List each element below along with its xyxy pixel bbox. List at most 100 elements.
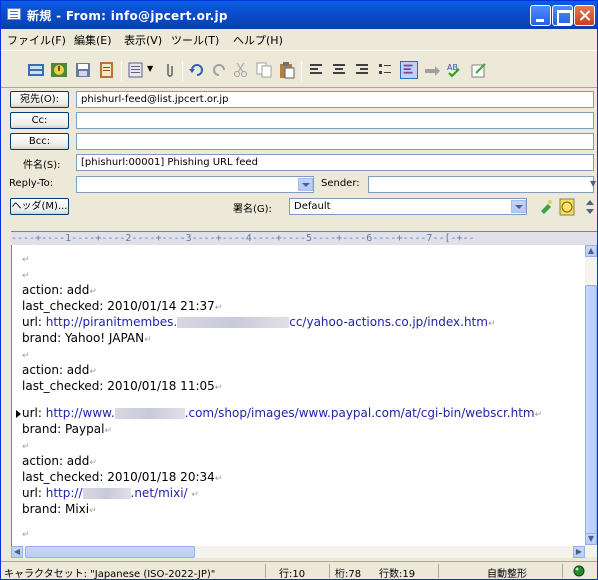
charset-status: キャラクタセット: "Japanese (ISO-2022-JP)" [4, 569, 216, 580]
reply-to-row: Reply-To: Sender: ▼ [1, 174, 597, 196]
connection-icon [573, 565, 585, 577]
signature-label: 署名(G): [233, 204, 272, 215]
entry-2-brand: brand: Paypal↵ [22, 422, 112, 436]
cc-button[interactable]: Cc: [10, 112, 69, 129]
insert-signature-icon[interactable] [538, 198, 554, 216]
horizontal-scrollbar[interactable]: ◀ ▶ [11, 546, 585, 558]
horizontal-scroll-thumb[interactable] [25, 546, 195, 558]
url-link[interactable]: http://www. [46, 406, 115, 420]
redo-icon[interactable] [210, 61, 228, 79]
entry-3-url: url: http://.net/mixi/ ↵ [22, 486, 199, 500]
column-status: 桁:78 [335, 569, 362, 580]
subject-label: 件名(S): [23, 160, 61, 171]
auto-wrap-status: 自動整形 [487, 569, 527, 580]
toolbar-separator [301, 61, 302, 81]
paste-icon[interactable] [278, 61, 296, 79]
entry-2-checked: last_checked: 2010/01/18 11:05↵ [22, 379, 223, 393]
entry-3-brand: brand: Mixi↵ [22, 502, 97, 516]
vertical-scroll-thumb[interactable] [585, 285, 597, 535]
sign-icon[interactable] [470, 61, 488, 79]
signature-select[interactable]: Default [289, 198, 527, 215]
cut-icon[interactable] [232, 61, 250, 79]
status-separator [329, 564, 330, 578]
mail-compose-window: 新規 - From: info@jpcert.or.jp ファイル(F) 編集(… [0, 0, 598, 580]
status-separator [265, 564, 266, 578]
signature-dropdown-button[interactable] [511, 200, 526, 213]
bcc-row: Bcc: [1, 131, 597, 153]
sender-field[interactable] [368, 176, 594, 193]
status-separator [562, 564, 563, 578]
bcc-button[interactable]: Bcc: [10, 133, 69, 150]
vertical-scrollbar[interactable]: ▲ ▼ [585, 245, 597, 557]
align-left-icon[interactable] [307, 61, 325, 79]
align-right-icon[interactable] [353, 61, 371, 79]
rich-text-icon[interactable] [400, 61, 418, 79]
menu-bar: ファイル(F) 編集(E) 表示(V) ツール(T) ヘルプ(H) [1, 29, 597, 49]
undo-icon[interactable] [188, 61, 206, 79]
address-book-icon[interactable] [98, 61, 116, 79]
menu-help[interactable]: ヘルプ(H) [233, 32, 283, 48]
message-body-editor[interactable]: ↵ ↵ action: add↵ last_checked: 2010/01/1… [11, 245, 585, 557]
attach-icon[interactable] [161, 61, 179, 79]
toolbar: ▼ AB [1, 50, 597, 88]
status-separator [438, 564, 439, 578]
title-bar[interactable]: 新規 - From: info@jpcert.or.jp [1, 1, 597, 29]
align-center-icon[interactable] [330, 61, 348, 79]
close-button[interactable] [574, 5, 595, 26]
emoticon-icon[interactable] [559, 198, 575, 216]
newline-mark: ↵ [22, 442, 30, 452]
reply-to-dropdown-button[interactable] [298, 178, 313, 191]
cursor-line-marker [16, 410, 21, 418]
cc-row: Cc: [1, 110, 597, 132]
send-later-icon[interactable] [50, 61, 68, 79]
cc-field[interactable] [76, 112, 594, 129]
url-link[interactable]: http:// [46, 486, 83, 500]
toolbar-separator [121, 61, 122, 81]
to-field[interactable]: phishurl-feed@list.jpcert.or.jp [76, 91, 594, 108]
row-status: 行:10 [279, 569, 306, 580]
send-icon[interactable] [27, 61, 45, 79]
copy-icon[interactable] [255, 61, 273, 79]
entry-1-brand: brand: Yahoo! JAPAN↵ [22, 331, 152, 345]
to-button[interactable]: 宛先(O): [10, 91, 69, 108]
newline-mark: ↵ [22, 530, 30, 540]
scroll-left-icon[interactable]: ◀ [11, 546, 23, 558]
entry-2-action: action: add↵ [22, 363, 97, 377]
to-row: 宛先(O): phishurl-feed@list.jpcert.or.jp [1, 89, 597, 111]
menu-file[interactable]: ファイル(F) [7, 32, 66, 48]
scroll-down-icon[interactable]: ▼ [585, 533, 597, 545]
entry-1-url: url: http://piranitmembes. cc/yahoo-actio… [22, 315, 496, 329]
entry-3-checked: last_checked: 2010/01/18 20:34↵ [22, 470, 223, 484]
save-draft-icon[interactable] [74, 61, 92, 79]
entry-3-action: action: add↵ [22, 454, 97, 468]
scroll-right-icon[interactable]: ▶ [573, 546, 585, 558]
maximize-button[interactable] [552, 5, 573, 26]
scroll-up-icon[interactable]: ▲ [585, 245, 597, 257]
menu-tools[interactable]: ツール(T) [171, 32, 219, 48]
spell-check-icon[interactable]: AB [446, 61, 464, 79]
newline-mark: ↵ [22, 271, 30, 281]
chevron-down-icon[interactable]: ▼ [590, 179, 596, 188]
bcc-field[interactable] [76, 133, 594, 150]
chevron-down-icon[interactable]: ▼ [147, 64, 153, 73]
sender-label: Sender: [321, 178, 360, 189]
reply-to-field[interactable] [76, 176, 314, 193]
redacted-blur [114, 408, 185, 419]
menu-edit[interactable]: 編集(E) [74, 32, 112, 48]
entry-2-url: url: http://www. .com/shop/images/www.pay… [22, 406, 543, 420]
url-link[interactable]: http://piranitmembes. [46, 315, 177, 329]
ruler: ----+----1----+----2----+----3----+----4… [11, 231, 597, 245]
format-icon[interactable] [127, 61, 145, 79]
newline-mark: ↵ [22, 255, 30, 265]
spin-updown-icon[interactable] [585, 198, 595, 216]
list-icon[interactable] [376, 61, 394, 79]
signature-row: ヘッダ(M)... 署名(G): Default [1, 196, 597, 222]
menu-view[interactable]: 表示(V) [124, 32, 162, 48]
priority-icon[interactable] [423, 61, 441, 79]
newline-mark: ↵ [22, 351, 30, 361]
status-bar: キャラクタセット: "Japanese (ISO-2022-JP)" 行:10 … [1, 561, 597, 580]
subject-field[interactable]: [phishurl:00001] Phishing URL feed [76, 154, 594, 171]
minimize-button[interactable] [530, 5, 551, 26]
entry-1-checked: last_checked: 2010/01/14 21:37↵ [22, 299, 223, 313]
headers-button[interactable]: ヘッダ(M)... [10, 198, 69, 215]
